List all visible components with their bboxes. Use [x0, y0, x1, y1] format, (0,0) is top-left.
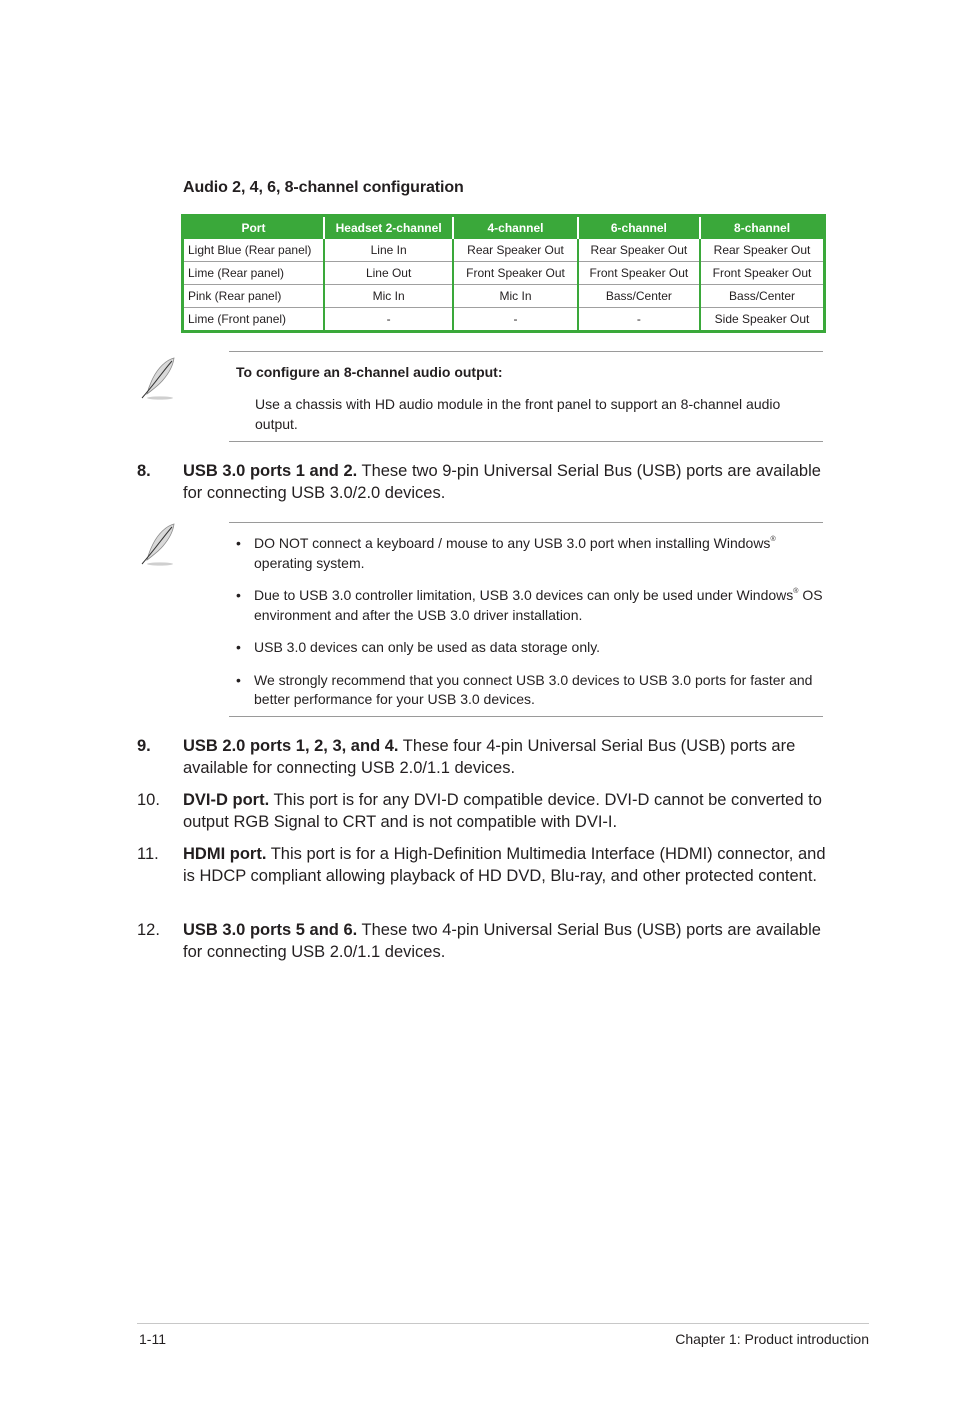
item-text: This port is for any DVI-D compatible de… [183, 791, 822, 831]
bullet-text: operating system. [254, 554, 365, 571]
item-title: USB 3.0 ports 1 and 2. [183, 462, 358, 480]
list-item: 12. USB 3.0 ports 5 and 6. These two 4-p… [137, 919, 827, 963]
chapter-title: Chapter 1: Product introduction [675, 1331, 869, 1347]
table-row: Pink (Rear panel) Mic In Mic In Bass/Cen… [182, 284, 825, 308]
table-cell: Side Speaker Out [699, 307, 825, 332]
table-cell: Lime (Front panel) [182, 307, 324, 332]
note-box: • DO NOT connect a keyboard / mouse to a… [229, 522, 823, 717]
list-item: 11. HDMI port. This port is for a High-D… [137, 843, 827, 887]
item-title: USB 3.0 ports 5 and 6. [183, 921, 358, 939]
table-cell: - [576, 307, 701, 332]
column-header: 8-channel [699, 215, 825, 239]
table-cell: Rear Speaker Out [452, 239, 578, 262]
item-title: DVI-D port. [183, 791, 270, 809]
bullet-icon: • [236, 639, 241, 655]
table-header-row: Port Headset 2-channel 4-channel 6-chann… [182, 215, 825, 239]
table-cell: Bass/Center [576, 284, 701, 308]
table-cell: Rear Speaker Out [699, 239, 825, 262]
table-cell: Mic In [322, 284, 454, 308]
note-box: To configure an 8-channel audio output: … [229, 351, 823, 442]
table-cell: Mic In [452, 284, 578, 308]
bullet-text: USB 3.0 devices can only be used as data… [254, 639, 601, 655]
note-bullet-item: • USB 3.0 devices can only be used as da… [229, 638, 823, 658]
table-cell: Rear Speaker Out [576, 239, 701, 262]
item-number: 10. [137, 791, 160, 809]
footer-divider [137, 1323, 869, 1324]
table-cell: Line Out [322, 261, 454, 285]
table-cell: - [452, 307, 578, 332]
list-item: 9. USB 2.0 ports 1, 2, 3, and 4. These f… [137, 735, 827, 779]
section-title: Audio 2, 4, 6, 8-channel configuration [183, 179, 464, 196]
column-header: 6-channel [576, 215, 701, 239]
item-title: HDMI port. [183, 845, 267, 863]
item-text: This port is for a High-Definition Multi… [183, 845, 826, 885]
bullet-icon: • [236, 671, 241, 688]
bullet-icon: • [236, 535, 241, 551]
note-body: Use a chassis with HD audio module in th… [255, 396, 781, 432]
item-number: 11. [137, 845, 159, 863]
bullet-text: Due to USB 3.0 controller limitation, US… [254, 587, 794, 603]
table-cell: Bass/Center [699, 284, 825, 308]
table-row: Lime (Front panel) - - - Side Speaker Ou… [182, 307, 825, 332]
bullet-text: DO NOT connect a keyboard / mouse to any… [254, 535, 771, 551]
column-header: Port [182, 215, 324, 239]
item-number: 8. [137, 462, 151, 480]
note-bullet-item: • We strongly recommend that you connect… [229, 671, 823, 710]
audio-config-table: Port Headset 2-channel 4-channel 6-chann… [181, 214, 826, 333]
table-cell: Front Speaker Out [576, 261, 701, 285]
bullet-text: We strongly recommend that you connect U… [254, 671, 813, 708]
item-title: USB 2.0 ports 1, 2, 3, and 4. [183, 737, 399, 755]
item-number: 9. [137, 737, 151, 755]
table-cell: Front Speaker Out [452, 261, 578, 285]
table-cell: Lime (Rear panel) [182, 261, 324, 285]
note-bullet-item: • DO NOT connect a keyboard / mouse to a… [229, 534, 823, 573]
feather-quill-icon [141, 523, 175, 566]
table-row: Light Blue (Rear panel) Line In Rear Spe… [183, 239, 825, 262]
table-row: Lime (Rear panel) Line Out Front Speaker… [182, 261, 825, 285]
page-number: 1-11 [139, 1331, 166, 1347]
list-item: 8. USB 3.0 ports 1 and 2. These two 9-pi… [137, 460, 827, 504]
note-bullet-list: • DO NOT connect a keyboard / mouse to a… [229, 534, 823, 723]
bullet-icon: • [236, 587, 241, 603]
list-item: 10. DVI-D port. This port is for any DVI… [137, 789, 827, 833]
column-header: Headset 2-channel [322, 215, 454, 239]
table-cell: Pink (Rear panel) [182, 284, 324, 308]
feather-quill-icon [141, 357, 175, 400]
table-cell: Front Speaker Out [699, 261, 825, 285]
column-header: 4-channel [452, 215, 578, 239]
note-heading: To configure an 8-channel audio output: [236, 364, 503, 380]
item-number: 12. [137, 921, 160, 939]
table-cell: Line In [322, 239, 454, 262]
table-cell: Light Blue (Rear panel) [188, 243, 312, 257]
registered-mark: ® [770, 536, 776, 543]
table-cell: - [322, 307, 454, 332]
note-bullet-item: • Due to USB 3.0 controller limitation, … [229, 586, 823, 625]
